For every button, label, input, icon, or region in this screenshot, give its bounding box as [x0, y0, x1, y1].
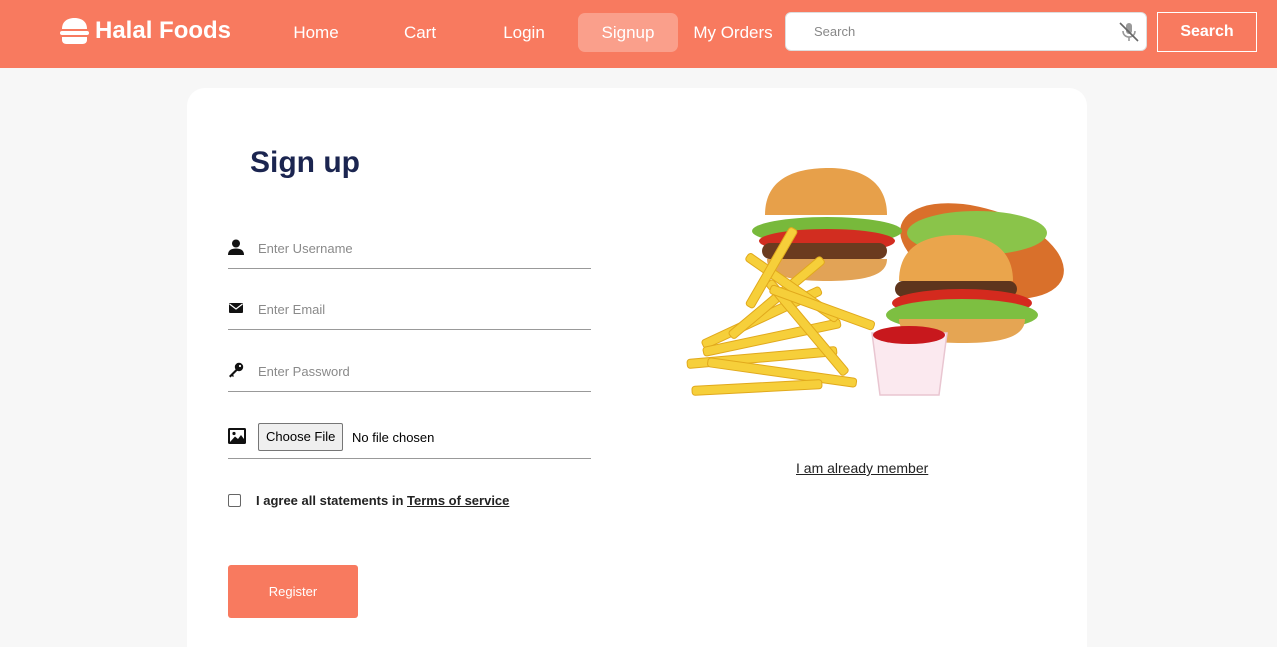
search-input[interactable]	[786, 13, 1116, 50]
terms-statement-text: I agree all statements in	[256, 493, 408, 508]
food-image	[686, 168, 1064, 396]
nav-signup-link[interactable]: Signup	[578, 13, 678, 52]
username-field	[228, 231, 591, 269]
register-button[interactable]: Register	[228, 565, 358, 618]
nav-home-link[interactable]: Home	[279, 13, 353, 52]
nav-my-orders-link[interactable]: My Orders	[686, 13, 780, 52]
password-input[interactable]	[258, 358, 578, 384]
terms-agreement: I agree all statements in Terms of servi…	[228, 493, 509, 508]
microphone-muted-icon[interactable]	[1118, 22, 1140, 42]
username-input[interactable]	[258, 235, 578, 261]
brand-name: Halal Foods	[95, 17, 232, 44]
image-icon	[228, 428, 246, 444]
page-title: Sign up	[250, 146, 360, 179]
terms-label: I agree all statements in Terms of servi…	[256, 493, 509, 508]
nav-login-link[interactable]: Login	[490, 13, 558, 52]
email-field	[228, 292, 591, 330]
choose-file-button[interactable]: Choose File	[258, 423, 344, 451]
password-field	[228, 354, 591, 392]
already-member-link[interactable]: I am already member	[796, 460, 928, 476]
user-icon	[228, 239, 244, 255]
image-upload-field: Choose File No file chosen	[228, 418, 591, 459]
terms-of-service-link[interactable]: Terms of service	[407, 493, 509, 508]
burger-icon	[60, 18, 89, 44]
key-icon	[229, 362, 244, 378]
file-status-text: No file chosen	[352, 430, 435, 445]
email-input[interactable]	[258, 296, 578, 322]
nav-cart-link[interactable]: Cart	[392, 13, 448, 52]
brand-logo[interactable]: Halal Foods	[60, 17, 231, 45]
envelope-icon	[229, 303, 243, 313]
navbar: Halal Foods Home Cart Login Signup My Or…	[0, 0, 1277, 68]
search-button[interactable]: Search	[1157, 12, 1257, 52]
search-box	[785, 12, 1147, 51]
signup-card: Sign up Choose File No file chosen	[187, 88, 1087, 647]
terms-checkbox[interactable]	[228, 494, 241, 507]
